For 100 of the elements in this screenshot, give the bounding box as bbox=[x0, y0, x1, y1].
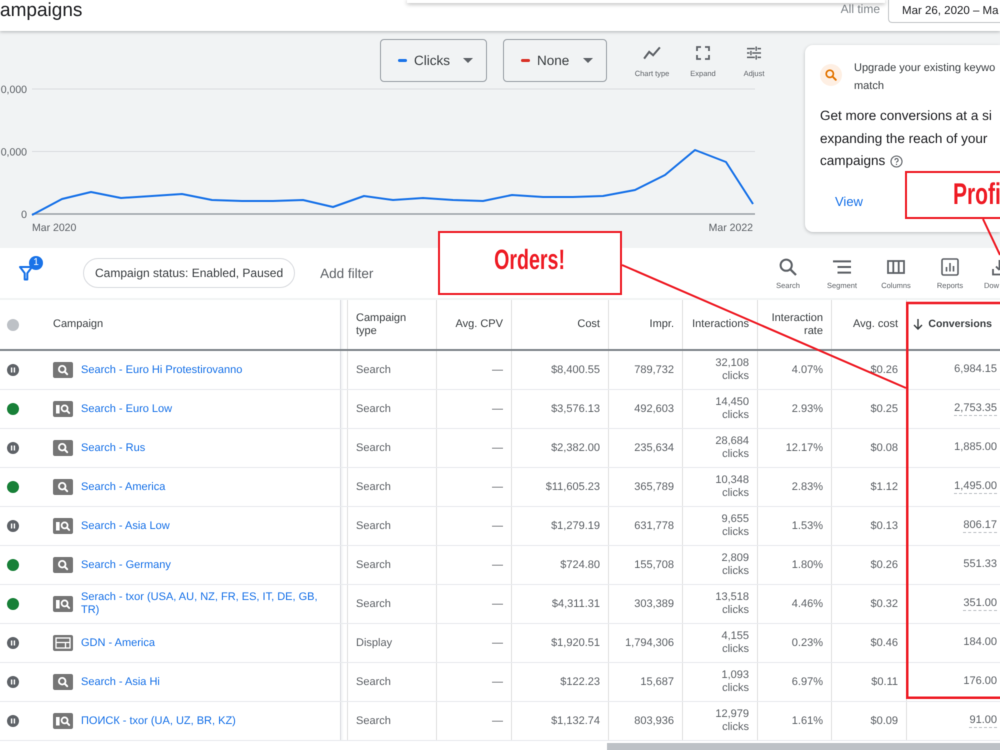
campaign-type-text: Display bbox=[356, 636, 392, 650]
add-filter-button[interactable]: Add filter bbox=[320, 266, 374, 280]
avg-cpv-value: — bbox=[492, 558, 503, 572]
campaign-type-text: Search bbox=[356, 714, 391, 728]
caret-icon bbox=[583, 58, 593, 63]
avg-cost-value: $0.26 bbox=[870, 364, 898, 376]
column-header[interactable]: Cost bbox=[577, 318, 600, 331]
search-icon bbox=[779, 258, 797, 276]
column-header[interactable]: Campaign bbox=[53, 318, 104, 331]
conversions-value: 351.00 bbox=[963, 597, 997, 611]
column-header[interactable]: Avg. cost bbox=[852, 318, 898, 331]
avg-cost-value: $1.12 bbox=[870, 480, 898, 494]
cost-value: $1,132.74 bbox=[551, 714, 600, 728]
campaign-link[interactable]: Search - Asia Hi bbox=[81, 676, 160, 688]
campaign-link[interactable]: GDN - America bbox=[81, 636, 155, 650]
metric-dropdown[interactable]: Clicks bbox=[380, 39, 487, 82]
columns-icon bbox=[887, 258, 905, 276]
interactions-value: 14,450 clicks bbox=[715, 396, 749, 422]
recommendation-text: campaigns bbox=[820, 152, 886, 170]
recommendation-title: Upgrade your existing keywo bbox=[854, 62, 996, 74]
interactions-value: 4,155 clicks bbox=[721, 630, 749, 656]
search-icon bbox=[53, 674, 73, 690]
column-header[interactable]: Interaction rate bbox=[766, 312, 823, 338]
panel-search-icon bbox=[53, 596, 73, 612]
column-header[interactable]: Interactions bbox=[692, 318, 749, 331]
avg-cost-value: $0.08 bbox=[870, 442, 898, 454]
avg-cpv-value: — bbox=[492, 676, 503, 688]
campaign-link[interactable]: Serach - txor (USA, AU, NZ, FR, ES, IT, DE, GB, TR) bbox=[81, 591, 326, 617]
column-header[interactable]: Impr. bbox=[650, 318, 674, 331]
avg-cpv-value: — bbox=[492, 520, 503, 532]
conversions-value: 184.00 bbox=[963, 636, 997, 650]
campaign-type-text: Search bbox=[356, 598, 391, 610]
cost-value: $122.23 bbox=[560, 676, 600, 688]
interactions-value: 9,655 clicks bbox=[721, 513, 749, 539]
recommendation-text: Get more conversions at a si bbox=[820, 107, 992, 125]
help-icon[interactable] bbox=[890, 154, 904, 168]
campaign-link[interactable]: Search - Germany bbox=[81, 558, 171, 572]
indented-lines-icon bbox=[833, 258, 851, 276]
cost-value: $4,311.31 bbox=[552, 598, 600, 610]
interactions-value: 13,518 clicks bbox=[715, 591, 749, 617]
recommendation-title: match bbox=[854, 80, 884, 92]
panel-search-icon bbox=[53, 518, 73, 534]
scrollbar-thumb[interactable] bbox=[607, 743, 1000, 750]
interaction-rate-value: 1.61% bbox=[792, 714, 823, 728]
date-range-field[interactable]: Mar 26, 2020 – Ma bbox=[888, 0, 1000, 23]
campaign-type-text: Search bbox=[356, 676, 391, 688]
campaign-link[interactable]: Search - Asia Low bbox=[81, 520, 170, 532]
date-range-label: All time bbox=[840, 2, 880, 16]
column-header[interactable]: Conversions bbox=[928, 318, 992, 331]
impressions-value: 235,634 bbox=[634, 442, 674, 454]
metric-dropdown[interactable]: None bbox=[503, 39, 607, 82]
interactions-value: 28,684 clicks bbox=[715, 435, 749, 461]
search-icon bbox=[53, 557, 73, 573]
cost-value: $2,382.00 bbox=[551, 442, 600, 454]
campaign-link[interactable]: Search - Euro Hi Protestirovanno bbox=[81, 364, 242, 376]
y-axis-label: 0,000 bbox=[0, 84, 27, 96]
avg-cost-value: $0.11 bbox=[871, 676, 898, 688]
campaign-link[interactable]: ПОИСК - txor (UA, UZ, BR, KZ) bbox=[81, 714, 236, 728]
cost-value: $8,400.55 bbox=[551, 364, 600, 376]
impressions-value: 803,936 bbox=[634, 714, 674, 728]
panel-search-icon bbox=[53, 401, 73, 417]
campaign-link[interactable]: Search - Euro Low bbox=[81, 402, 172, 416]
campaign-type-text: Search bbox=[356, 520, 391, 532]
callout-text: Profi bbox=[953, 180, 1000, 210]
interaction-rate-value: 4.46% bbox=[792, 598, 823, 610]
avg-cpv-value: — bbox=[492, 480, 503, 494]
conversions-value: 1,495.00 bbox=[954, 480, 997, 494]
column-header[interactable]: Avg. CPV bbox=[456, 318, 503, 331]
interaction-rate-value: 6.97% bbox=[792, 676, 823, 688]
impressions-value: 492,603 bbox=[634, 402, 674, 416]
caret-icon bbox=[463, 58, 473, 63]
impressions-value: 365,789 bbox=[634, 480, 674, 494]
filter-chip[interactable]: Campaign status: Enabled, Paused bbox=[83, 258, 296, 288]
interactions-value: 32,108 clicks bbox=[715, 357, 749, 383]
cost-value: $3,576.13 bbox=[551, 402, 600, 416]
status-header-icon bbox=[7, 318, 19, 330]
impressions-value: 155,708 bbox=[634, 558, 674, 572]
layout-icon bbox=[53, 635, 73, 651]
avg-cpv-value: — bbox=[492, 442, 503, 454]
interactions-value: 2,809 clicks bbox=[721, 552, 749, 578]
page-title: ampaigns bbox=[0, 0, 82, 21]
cost-value: $1,920.51 bbox=[551, 636, 600, 650]
interactions-value: 1,093 clicks bbox=[721, 669, 749, 695]
avg-cost-value: $0.13 bbox=[870, 520, 898, 532]
interaction-rate-value: 4.07% bbox=[792, 364, 823, 376]
conversions-value: 6,984.15 bbox=[954, 363, 997, 377]
line-chart-icon bbox=[643, 46, 661, 60]
search-icon bbox=[820, 64, 842, 86]
cost-value: $724.80 bbox=[560, 558, 600, 572]
arrow-down-icon bbox=[913, 319, 924, 330]
filter-icon[interactable] bbox=[19, 265, 33, 281]
view-button[interactable]: View bbox=[820, 188, 878, 216]
campaign-link[interactable]: Search - America bbox=[81, 480, 166, 494]
search-icon bbox=[53, 362, 73, 378]
campaign-type-text: Search bbox=[356, 364, 391, 376]
sliders-icon bbox=[746, 46, 762, 60]
campaign-link[interactable]: Search - Rus bbox=[81, 442, 146, 454]
column-header[interactable]: Campaign type bbox=[356, 312, 420, 338]
impressions-value: 303,389 bbox=[634, 598, 674, 610]
avg-cpv-value: — bbox=[492, 598, 503, 610]
